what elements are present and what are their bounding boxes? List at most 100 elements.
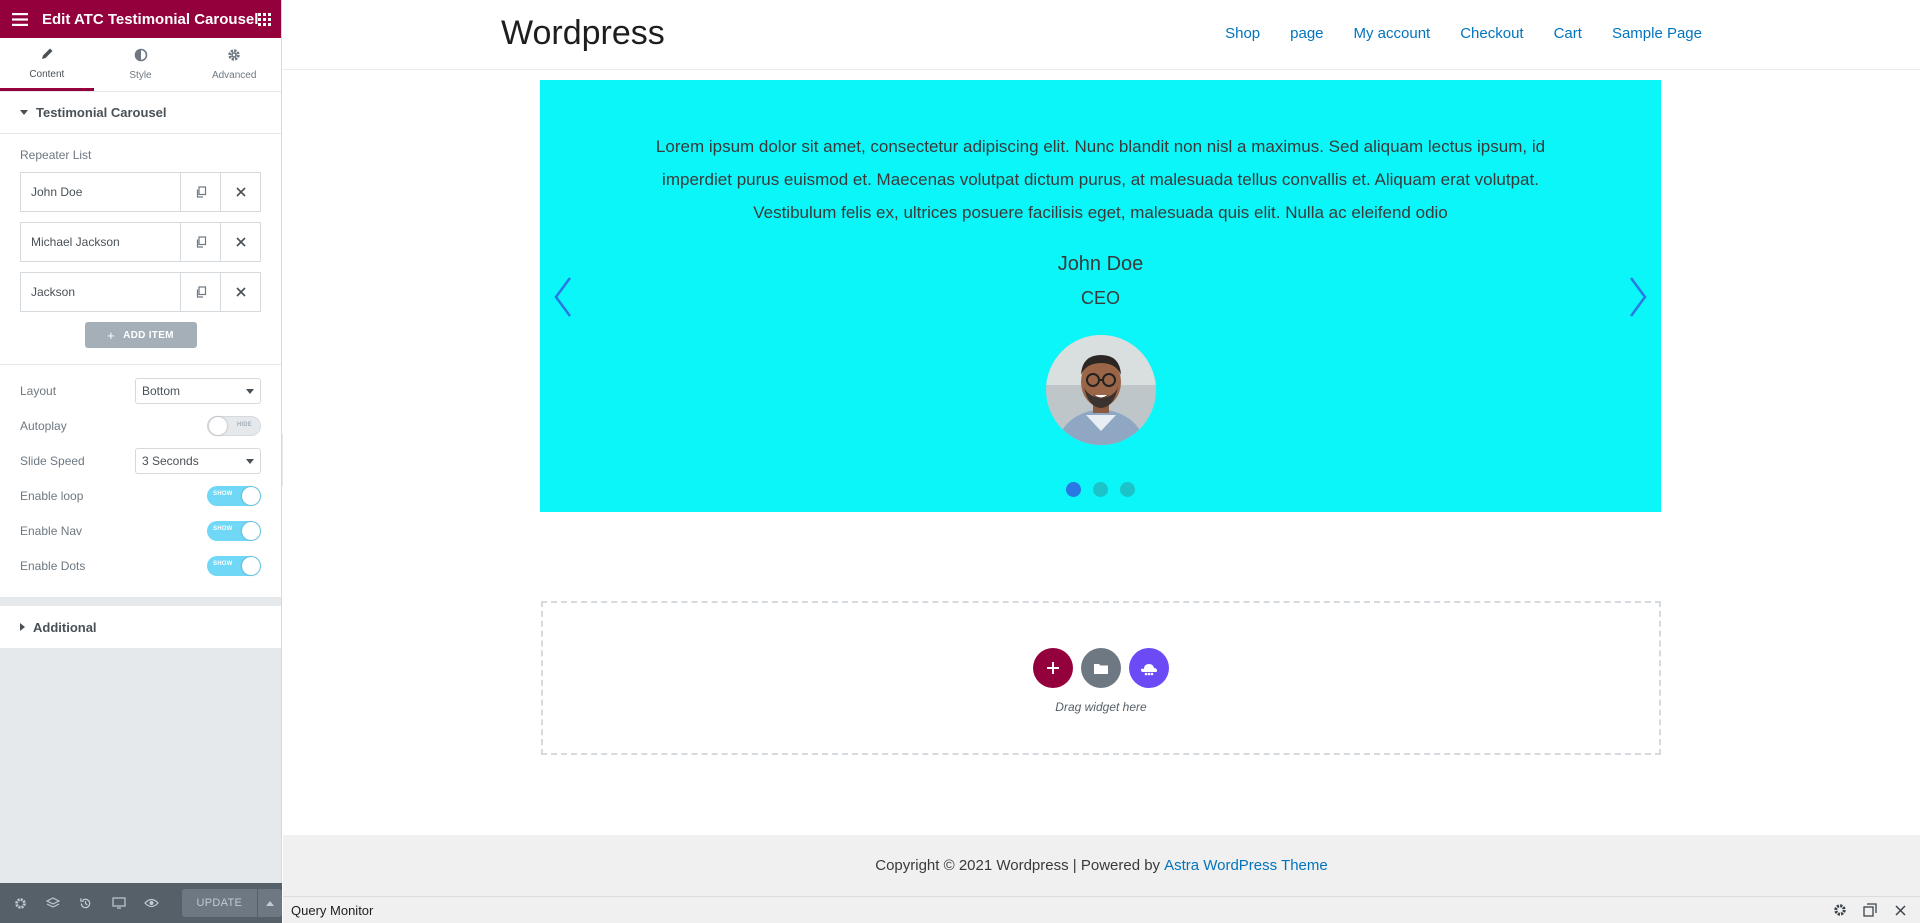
tab-content[interactable]: Content [0,38,94,91]
add-section-button[interactable] [1033,648,1073,688]
folder-icon [1094,663,1108,674]
settings-gear-icon[interactable] [1830,900,1850,920]
section-additional[interactable]: Additional [0,606,281,648]
repeater-item: John Doe [20,172,261,212]
autoplay-toggle[interactable]: HIDE [207,416,261,436]
duplicate-icon[interactable] [180,223,220,261]
nav-toggle-text: SHOW [213,526,233,532]
chevron-up-icon[interactable] [256,889,282,917]
repeater-label: Repeater List [20,148,92,162]
close-icon[interactable] [1890,900,1910,920]
panel-footer: UPDATE [0,883,282,923]
toggle-knob [242,487,260,505]
slide-speed-value: 3 Seconds [142,454,199,468]
panel-header: Edit ATC Testimonial Carousel [0,0,281,38]
tab-advanced[interactable]: Advanced [187,38,281,91]
pencil-icon [40,47,54,64]
preview-canvas: Wordpress Shop page My account Checkout … [283,0,1920,896]
section-title: Testimonial Carousel [36,105,167,120]
hamburger-menu-icon[interactable] [12,12,28,26]
carousel-prev-arrow[interactable] [548,272,578,322]
layout-select-value: Bottom [142,384,181,398]
chevron-left-icon [554,277,572,317]
footer-theme-link[interactable]: Astra WordPress Theme [1164,857,1328,874]
tab-advanced-label: Advanced [211,70,257,81]
chevron-down-icon [246,388,254,394]
tab-style[interactable]: Style [94,38,188,91]
nav-item-sample-page[interactable]: Sample Page [1612,25,1702,42]
tab-style-label: Style [129,70,152,81]
add-section-dropzone: Drag widget here [541,601,1661,755]
update-button[interactable]: UPDATE [181,889,257,917]
testimonial-carousel[interactable]: Lorem ipsum dolor sit amet, consectetur … [540,80,1661,512]
carousel-dot[interactable] [1093,482,1108,497]
widgets-grid-icon[interactable] [258,12,272,26]
tab-content-label: Content [29,68,65,80]
loop-toggle-text: SHOW [213,491,233,497]
autoplay-label: Autoplay [20,419,67,433]
add-item-button[interactable]: + ADD ITEM [84,322,197,348]
nav-item-my-account[interactable]: My account [1354,25,1431,42]
dock-toggle-icon[interactable] [1860,900,1880,920]
nav-item-shop[interactable]: Shop [1225,25,1260,42]
dots-label: Enable Dots [20,559,86,573]
remove-icon[interactable] [220,223,260,261]
query-monitor-title: Query Monitor [291,902,374,918]
remove-icon[interactable] [220,173,260,211]
nav-item-page[interactable]: page [1290,25,1323,42]
avatar [1046,335,1156,445]
cloud-icon [1141,664,1157,676]
loop-control: Enable loop SHOW [20,482,261,510]
chevron-right-icon [1629,277,1647,317]
repeater-item-title[interactable]: Michael Jackson [21,223,180,261]
add-item-label: ADD ITEM [123,329,174,341]
toggle-knob [242,522,260,540]
settings-gear-icon[interactable] [4,883,37,923]
toggle-knob [242,557,260,575]
dots-control: Enable Dots SHOW [20,552,261,580]
chevron-down-icon [246,458,254,464]
site-header: Wordpress Shop page My account Checkout … [283,0,1920,70]
remove-icon[interactable] [220,273,260,311]
dropzone-buttons [1033,648,1169,688]
carousel-dots [540,482,1661,497]
caret-down-icon [20,110,28,115]
autoplay-control: Autoplay HIDE [20,412,261,440]
layout-label: Layout [20,384,57,398]
additional-title: Additional [33,619,97,635]
query-monitor-bar: Query Monitor [283,896,1920,923]
duplicate-icon[interactable] [180,273,220,311]
repeater-item: Jackson [20,272,261,312]
testimonial-role: CEO [1080,288,1120,308]
preview-eye-icon[interactable] [135,883,168,923]
carousel-next-arrow[interactable] [1623,272,1653,322]
nav-control: Enable Nav SHOW [20,517,261,545]
dots-toggle[interactable]: SHOW [207,556,261,576]
section-testimonial-carousel[interactable]: Testimonial Carousel [0,92,281,134]
history-icon[interactable] [70,883,103,923]
layout-select[interactable]: Bottom [135,378,261,404]
navigator-layers-icon[interactable] [37,883,70,923]
primary-nav: Shop page My account Checkout Cart Sampl… [1225,25,1702,42]
duplicate-icon[interactable] [180,173,220,211]
nav-item-checkout[interactable]: Checkout [1460,25,1523,42]
kit-library-button[interactable] [1129,648,1169,688]
plus-icon: + [107,327,116,343]
gear-icon [227,48,241,65]
add-template-button[interactable] [1081,648,1121,688]
nav-toggle[interactable]: SHOW [207,521,261,541]
repeater-item-title[interactable]: John Doe [21,173,180,211]
autoplay-toggle-text: HIDE [236,422,252,428]
nav-item-cart[interactable]: Cart [1554,25,1582,42]
loop-label: Enable loop [20,489,84,503]
dots-toggle-text: SHOW [213,561,233,567]
carousel-dot[interactable] [1066,482,1081,497]
loop-toggle[interactable]: SHOW [207,486,261,506]
repeater-item-title[interactable]: Jackson [21,273,180,311]
plus-icon [1047,662,1059,674]
slide-speed-select[interactable]: 3 Seconds [135,448,261,474]
site-title[interactable]: Wordpress [501,14,665,53]
responsive-desktop-icon[interactable] [102,883,135,923]
repeater-list: Repeater List John Doe Michael Jackson J… [0,134,281,348]
carousel-dot[interactable] [1120,482,1135,497]
